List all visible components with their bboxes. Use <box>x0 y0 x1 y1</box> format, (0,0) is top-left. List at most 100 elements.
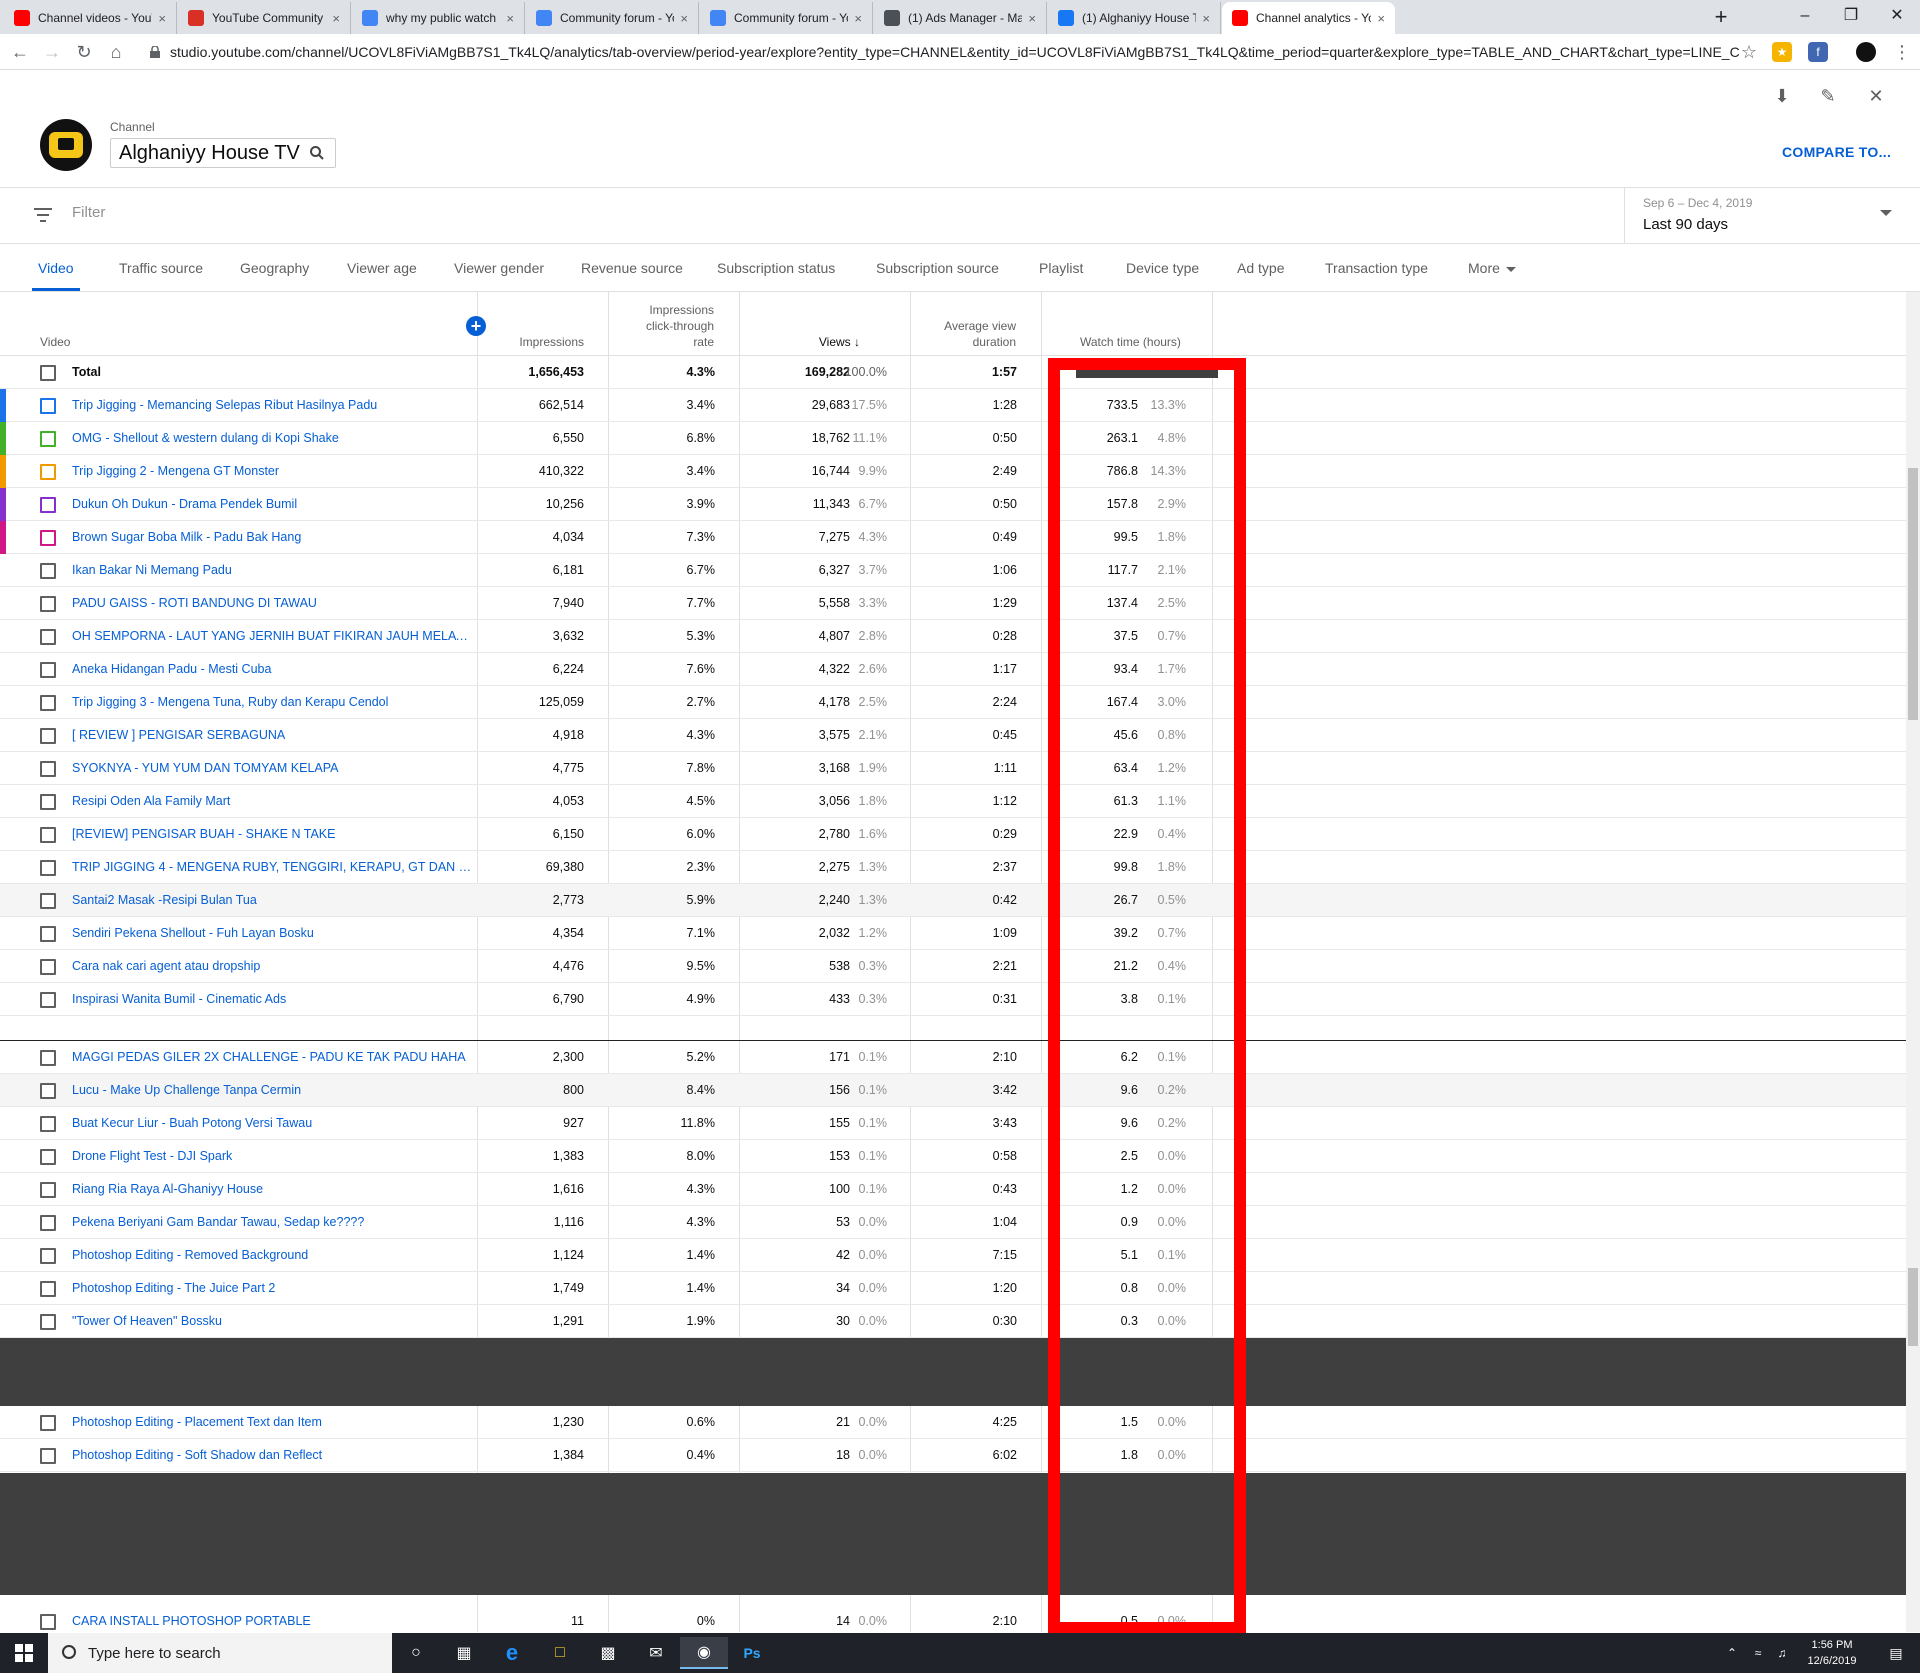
tab-close-icon[interactable]: × <box>1202 11 1210 26</box>
tab-close-icon[interactable]: × <box>506 11 514 26</box>
video-title-link[interactable]: [ REVIEW ] PENGISAR SERBAGUNA <box>72 728 472 742</box>
row-checkbox[interactable] <box>40 926 56 942</box>
menu-icon[interactable]: ⋮ <box>1890 40 1914 64</box>
table-row[interactable]: [REVIEW] PENGISAR BUAH - SHAKE N TAKE 6,1… <box>0 818 1908 851</box>
facebook-extension-icon[interactable]: f <box>1808 42 1828 62</box>
browser-tab[interactable]: YouTube Community - "why × <box>178 2 351 34</box>
row-checkbox[interactable] <box>40 860 56 876</box>
extension-icon[interactable]: ★ <box>1772 42 1792 62</box>
table-row[interactable]: OH SEMPORNA - LAUT YANG JERNIH BUAT FIKI… <box>0 620 1908 653</box>
table-row[interactable]: Buat Kecur Liur - Buah Potong Versi Tawa… <box>0 1107 1908 1140</box>
browser-tab[interactable]: (1) Ads Manager - Manage × <box>874 2 1047 34</box>
column-header-avg-view-duration[interactable]: Average view duration <box>916 318 1016 350</box>
row-checkbox[interactable] <box>40 1248 56 1264</box>
download-icon[interactable]: ⬇ <box>1770 84 1794 108</box>
video-title-link[interactable]: Resipi Oden Ala Family Mart <box>72 794 472 808</box>
row-checkbox[interactable] <box>40 1448 56 1464</box>
row-checkbox[interactable] <box>40 398 56 414</box>
tab-playlist[interactable]: Playlist <box>1039 260 1083 276</box>
minimize-icon[interactable]: – <box>1782 0 1828 34</box>
feedback-icon[interactable]: ✎ <box>1816 84 1840 108</box>
tab-close-icon[interactable]: × <box>158 11 166 26</box>
video-title-link[interactable]: CARA INSTALL PHOTOSHOP PORTABLE <box>72 1614 472 1628</box>
table-row[interactable]: Photoshop Editing - Removed Background 1,… <box>0 1239 1908 1272</box>
table-row[interactable]: Photoshop Editing - Placement Text dan I… <box>0 1406 1908 1439</box>
tab-close-icon[interactable]: × <box>680 11 688 26</box>
video-title-link[interactable]: Cara nak cari agent atau dropship <box>72 959 472 973</box>
table-row[interactable]: [ REVIEW ] PENGISAR SERBAGUNA 4,918 4.3% 3,… <box>0 719 1908 752</box>
video-title-link[interactable]: MAGGI PEDAS GILER 2X CHALLENGE - PADU KE… <box>72 1050 472 1064</box>
video-title-link[interactable]: Photoshop Editing - The Juice Part 2 <box>72 1281 472 1295</box>
taskbar-search[interactable]: Type here to search <box>48 1633 392 1673</box>
video-title-link[interactable]: Buat Kecur Liur - Buah Potong Versi Tawa… <box>72 1116 472 1130</box>
browser-tab[interactable]: Channel videos - YouTube St × <box>4 2 177 34</box>
tab-geography[interactable]: Geography <box>240 260 309 276</box>
video-title-link[interactable]: Photoshop Editing - Removed Background <box>72 1248 472 1262</box>
tab-close-icon[interactable]: × <box>854 11 862 26</box>
table-row[interactable]: Sendiri Pekena Shellout - Fuh Layan Bosk… <box>0 917 1908 950</box>
tab-close-icon[interactable]: × <box>1377 11 1385 26</box>
row-checkbox[interactable] <box>40 563 56 579</box>
browser-tab[interactable]: Community forum - YouTub × <box>700 2 873 34</box>
video-title-link[interactable]: Lucu - Make Up Challenge Tanpa Cermin <box>72 1083 472 1097</box>
tab-transaction-type[interactable]: Transaction type <box>1325 260 1428 276</box>
tab-subscription-source[interactable]: Subscription source <box>876 260 999 276</box>
windows-start-icon[interactable] <box>0 1633 48 1673</box>
tab-viewer-age[interactable]: Viewer age <box>347 260 417 276</box>
video-title-link[interactable]: Aneka Hidangan Padu - Mesti Cuba <box>72 662 472 676</box>
notification-icon[interactable]: ▤ <box>1884 1637 1908 1669</box>
restore-icon[interactable]: ❐ <box>1828 0 1874 34</box>
tab-revenue-source[interactable]: Revenue source <box>581 260 683 276</box>
video-title-link[interactable]: Trip Jigging 3 - Mengena Tuna, Ruby dan … <box>72 695 472 709</box>
task-view-icon[interactable]: ▦ <box>440 1637 488 1669</box>
row-checkbox[interactable] <box>40 959 56 975</box>
back-icon[interactable]: ← <box>8 40 32 64</box>
compare-to-button[interactable]: COMPARE TO... <box>1782 144 1891 160</box>
table-row[interactable]: "Tower Of Heaven" Bossku 1,291 1.9% 30 0.0% 0… <box>0 1305 1908 1338</box>
row-checkbox[interactable] <box>40 662 56 678</box>
video-title-link[interactable]: OH SEMPORNA - LAUT YANG JERNIH BUAT FIKI… <box>72 629 472 643</box>
video-title-link[interactable]: Ikan Bakar Ni Memang Padu <box>72 563 472 577</box>
tab-traffic-source[interactable]: Traffic source <box>119 260 203 276</box>
table-row[interactable]: Trip Jigging - Memancing Selepas Ribut H… <box>0 389 1908 422</box>
tab-close-icon[interactable]: × <box>332 11 340 26</box>
table-row[interactable]: Riang Ria Raya Al-Ghaniyy House 1,616 4.3%… <box>0 1173 1908 1206</box>
video-title-link[interactable]: TRIP JIGGING 4 - MENGENA RUBY, TENGGIRI,… <box>72 860 472 874</box>
table-row[interactable]: SYOKNYA - YUM YUM DAN TOMYAM KELAPA 4,775… <box>0 752 1908 785</box>
row-checkbox[interactable] <box>40 1149 56 1165</box>
url-field[interactable]: studio.youtube.com/channel/UCOVL8FiViAMg… <box>140 39 1740 65</box>
video-title-link[interactable]: SYOKNYA - YUM YUM DAN TOMYAM KELAPA <box>72 761 472 775</box>
row-checkbox[interactable] <box>40 1215 56 1231</box>
table-row[interactable]: Pekena Beriyani Gam Bandar Tawau, Sedap … <box>0 1206 1908 1239</box>
tab-more[interactable]: More <box>1468 260 1516 276</box>
video-title-link[interactable]: Inspirasi Wanita Bumil - Cinematic Ads <box>72 992 472 1006</box>
row-checkbox[interactable] <box>40 1083 56 1099</box>
table-row[interactable]: TRIP JIGGING 4 - MENGENA RUBY, TENGGIRI,… <box>0 851 1908 884</box>
row-checkbox[interactable] <box>40 893 56 909</box>
video-title-link[interactable]: OMG - Shellout & western dulang di Kopi … <box>72 431 472 445</box>
row-checkbox[interactable] <box>40 827 56 843</box>
store-icon[interactable]: ▩ <box>584 1637 632 1669</box>
video-title-link[interactable]: Brown Sugar Boba Milk - Padu Bak Hang <box>72 530 472 544</box>
mail-icon[interactable]: ✉ <box>632 1637 680 1669</box>
tab-viewer-gender[interactable]: Viewer gender <box>454 260 544 276</box>
close-icon[interactable]: ✕ <box>1864 84 1888 108</box>
scrollbar-thumb[interactable] <box>1908 1268 1918 1346</box>
forward-icon[interactable]: → <box>40 40 64 64</box>
tray-clock[interactable]: 1:56 PM 12/6/2019 <box>1796 1637 1868 1669</box>
row-checkbox[interactable] <box>40 1281 56 1297</box>
tab-subscription-status[interactable]: Subscription status <box>717 260 835 276</box>
row-checkbox[interactable] <box>40 1050 56 1066</box>
video-title-link[interactable]: Riang Ria Raya Al-Ghaniyy House <box>72 1182 472 1196</box>
row-checkbox[interactable] <box>40 1182 56 1198</box>
row-checkbox[interactable] <box>40 596 56 612</box>
filter-icon[interactable] <box>34 208 52 222</box>
row-checkbox[interactable] <box>40 530 56 546</box>
close-window-icon[interactable]: ✕ <box>1874 0 1920 34</box>
table-row[interactable]: Cara nak cari agent atau dropship 4,476 9.… <box>0 950 1908 983</box>
filter-input[interactable]: Filter <box>72 204 105 221</box>
table-row[interactable]: Photoshop Editing - Soft Shadow dan Refl… <box>0 1439 1908 1472</box>
table-row[interactable]: Dukun Oh Dukun - Drama Pendek Bumil 10,25… <box>0 488 1908 521</box>
scrollbar-thumb[interactable] <box>1908 468 1918 720</box>
browser-tab[interactable]: (1) Alghaniyy House TV - Ho × <box>1048 2 1221 34</box>
